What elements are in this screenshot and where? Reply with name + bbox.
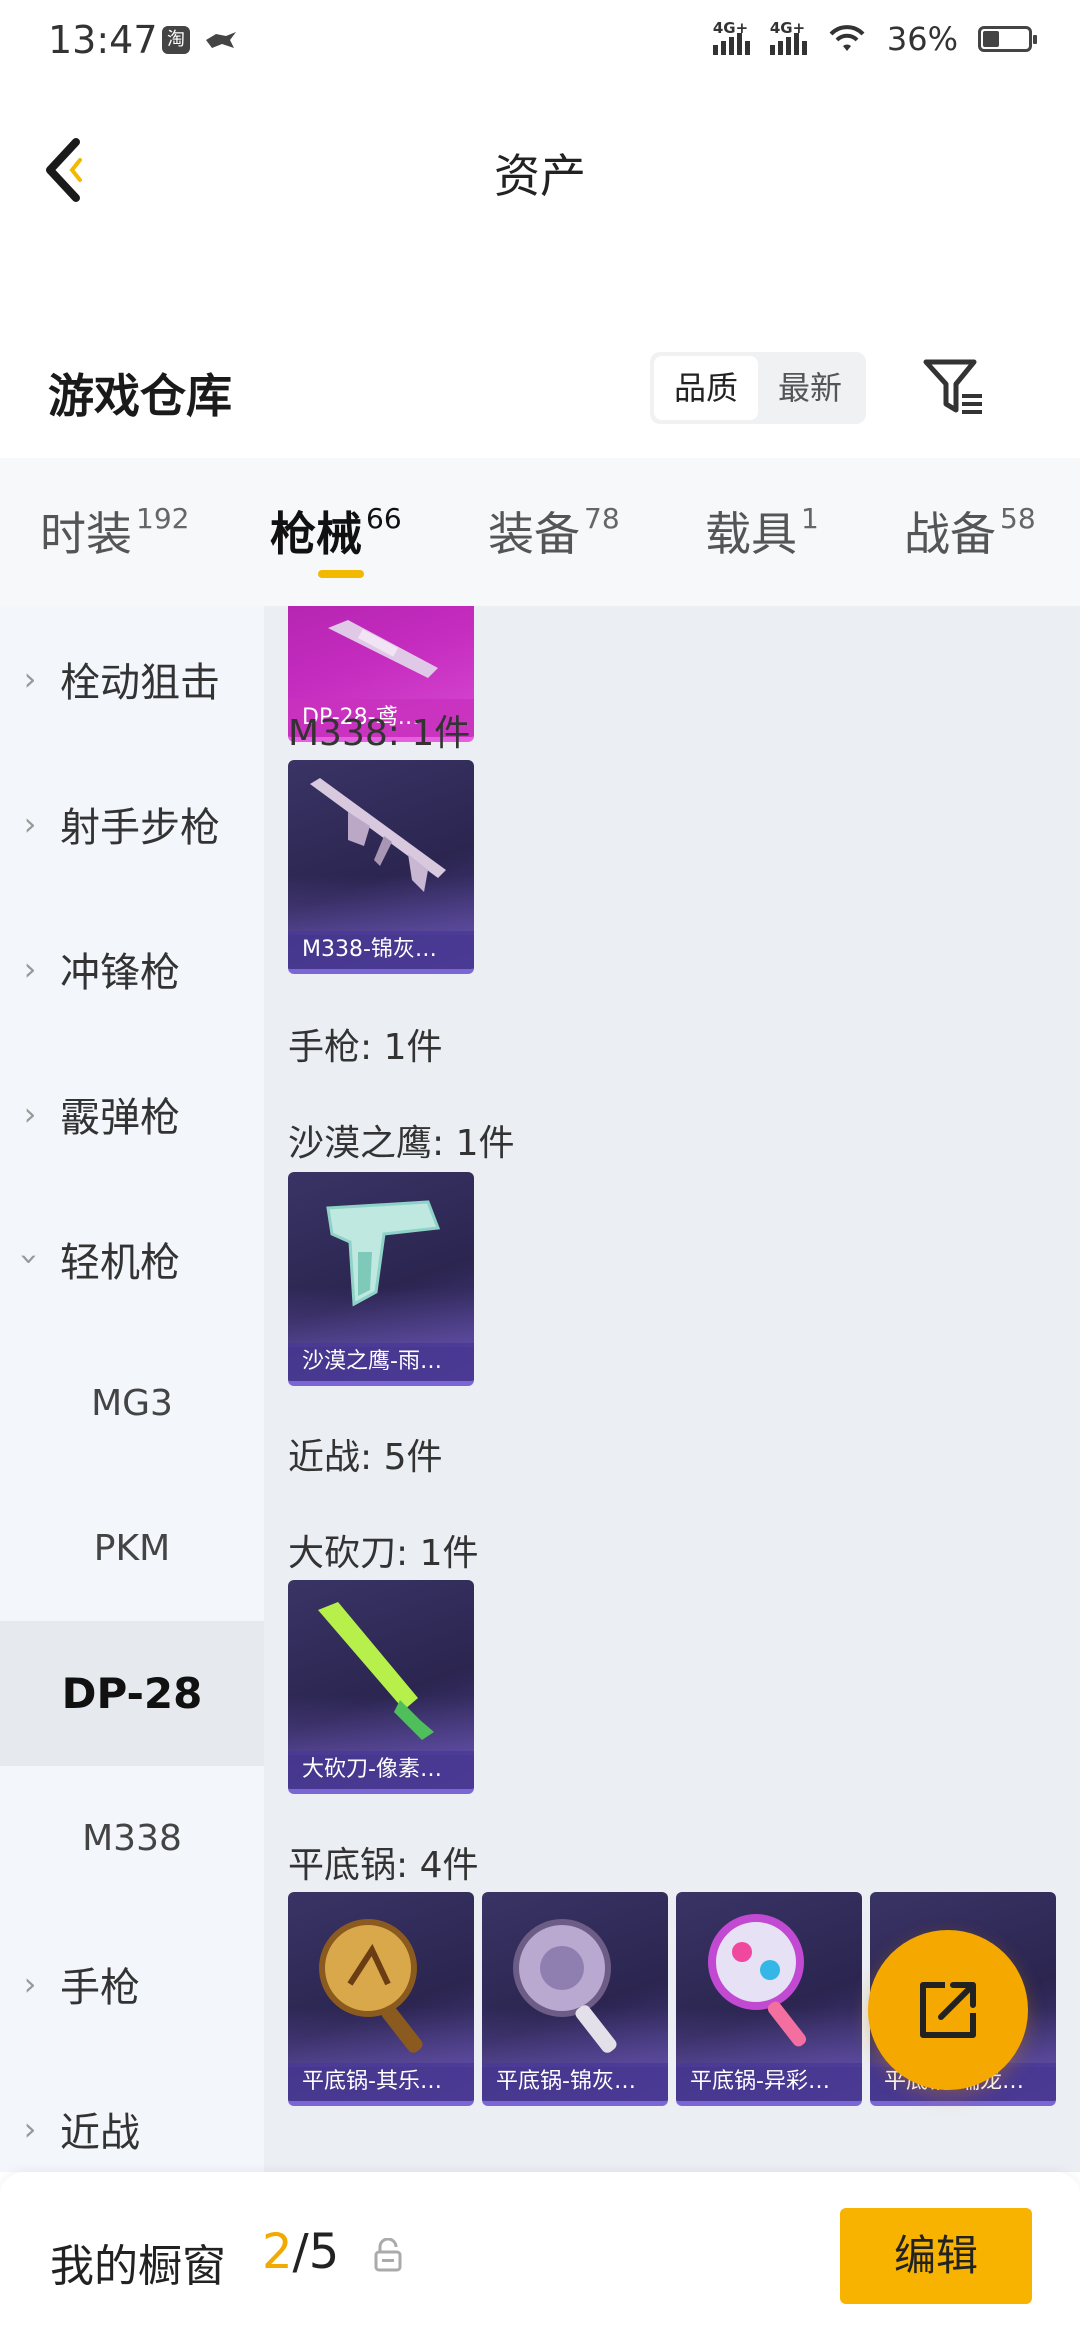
showcase-label: 我的橱窗 [50,2241,226,2292]
chevron-right-icon: › [23,949,37,988]
item-card-pan-2[interactable]: 平底锅-锦灰… [482,1892,668,2106]
item-card-pan-3[interactable]: 平底锅-异彩… [676,1892,862,2106]
edit-button[interactable]: 编辑 [840,2208,1032,2304]
chevron-right-icon: › [23,659,37,698]
sidebar-subitem-dp28[interactable]: DP-28 [0,1621,264,1766]
group-label-pistol: 手枪: 1件 [288,1027,443,1068]
showcase-count: 2/5 [262,2224,340,2280]
battery-icon [978,26,1037,52]
item-caption: 平底锅-异彩… [676,2063,862,2101]
status-bar: 13:47 淘 4G+ 4G+ 36% [0,0,1080,90]
sidebar-subitem-mg3[interactable]: MG3 [0,1331,264,1476]
section-title: 游戏仓库 [48,369,232,423]
chevron-right-icon: › [23,1964,37,2003]
sort-option-latest[interactable]: 最新 [758,356,862,420]
sort-toggle: 品质 最新 [650,352,866,424]
category-sidebar: › 栓动狙击 › 射手步枪 › 冲锋枪 › 霰弹枪 › 轻机枪 MG3 PKM DP-28… [0,606,264,2172]
status-time: 13:47 [48,18,158,62]
pan-art-icon [513,1919,617,2053]
sidebar-item-smg[interactable]: › 冲锋枪 [0,896,264,1041]
tab-equipment[interactable]: 装备 78 [488,498,620,564]
tab-fashion[interactable]: 时装 192 [40,498,189,564]
sidebar-item-melee[interactable]: › 近战 [0,2056,264,2172]
external-link-icon [920,1982,976,2038]
chevron-right-icon: › [23,804,37,843]
share-fab-button[interactable] [868,1930,1028,2090]
showcase-bar: 我的橱窗 2/5 编辑 [0,2172,1080,2340]
signal-icon-2: 4G+ [769,19,807,55]
sidebar-item-marksman-rifle[interactable]: › 射手步枪 [0,751,264,896]
item-card-machete[interactable]: 大砍刀-像素… [288,1580,474,1794]
group-label-machete: 大砍刀: 1件 [288,1533,479,1574]
signal-icon: 4G+ [712,19,750,55]
pan-art-icon [708,1914,807,2047]
item-caption: 沙漠之鹰-雨… [288,1343,474,1381]
item-caption: M338-锦灰… [288,931,474,969]
sort-option-quality[interactable]: 品质 [654,356,758,420]
tab-vehicles[interactable]: 载具 1 [705,498,819,564]
item-card-m338[interactable]: M338-锦灰… [288,760,474,974]
item-card-deagle[interactable]: 沙漠之鹰-雨… [288,1172,474,1386]
group-label-m338: M338: 1件 [288,713,471,754]
sidebar-item-pistol[interactable]: › 手枪 [0,1911,264,2056]
wifi-icon [829,25,865,51]
tab-firearms[interactable]: 枪械 66 [270,498,402,564]
battery-percent: 36% [886,20,958,58]
item-caption: 平底锅-其乐… [288,2063,474,2101]
page-title: 资产 [494,149,586,203]
category-tabs: 时装 192 枪械 66 装备 78 载具 1 战备 58 [0,458,1080,606]
machete-art-icon [318,1602,434,1740]
rifle-art-icon [310,778,446,892]
item-caption: 平底锅-锦灰… [482,2063,668,2101]
item-card-pan-1[interactable]: 平底锅-其乐… [288,1892,474,2106]
group-label-pan: 平底锅: 4件 [288,1845,479,1886]
chevron-down-icon: › [11,1252,49,1265]
chevron-right-icon: › [23,2109,37,2148]
item-caption: 大砍刀-像素… [288,1751,474,1789]
active-tab-indicator [318,570,364,578]
sidebar-item-bolt-action-sniper[interactable]: › 栓动狙击 [0,606,264,751]
group-label-deagle: 沙漠之鹰: 1件 [288,1123,515,1164]
filter-icon [923,359,982,414]
sidebar-item-lmg[interactable]: › 轻机枪 [0,1186,264,1331]
pistol-art-icon [326,1200,441,1307]
sidebar-subitem-m338[interactable]: M338 [0,1766,264,1911]
lock-icon [374,2238,402,2272]
lmg-art-icon [328,620,438,678]
chevron-right-icon: › [23,1094,37,1133]
filter-button[interactable] [920,354,990,424]
taobao-icon: 淘 [162,26,190,54]
bird-app-icon [206,32,236,48]
group-label-melee: 近战: 5件 [288,1437,443,1478]
sidebar-item-shotgun[interactable]: › 霰弹枪 [0,1041,264,1186]
pan-art-icon [319,1919,423,2053]
tab-supplies[interactable]: 战备 58 [904,498,1036,564]
sidebar-subitem-pkm[interactable]: PKM [0,1476,264,1621]
